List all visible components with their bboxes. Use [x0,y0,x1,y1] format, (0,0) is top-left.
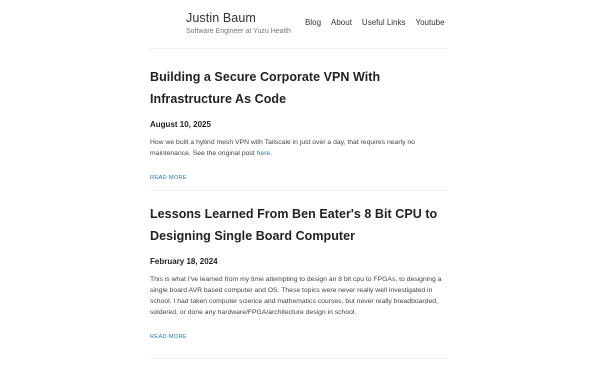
post-title-line[interactable]: Infrastructure As Code [150,92,286,106]
post-preview: Lessons Learned From Ben Eater's 8 Bit C… [150,203,448,343]
post-excerpt-end: . [270,150,273,157]
post-preview: Building a Secure Corporate VPN With Inf… [150,66,448,184]
site-title-link[interactable]: Justin Baum [186,10,291,26]
post-excerpt-text: How we built a hybrid mesh VPN with Tail… [150,139,415,157]
post-excerpt: This is what I've learned from my time a… [150,276,442,316]
header-divider [150,48,448,49]
post-date: August 10, 2025 [150,120,211,129]
nav-link-blog[interactable]: Blog [305,17,321,28]
post-title[interactable]: Building a Secure Corporate VPN With Inf… [150,66,448,110]
site-header: Justin Baum Software Engineer at Yuzu He… [0,0,600,48]
original-post-link[interactable]: here [257,150,271,157]
post-title-line[interactable]: Lessons Learned From Ben Eater's 8 Bit C… [150,207,437,221]
post-divider [150,358,448,359]
read-more-link[interactable]: READ MORE [150,174,187,182]
nav-link-about[interactable]: About [331,17,352,28]
post-title[interactable]: Lessons Learned From Ben Eater's 8 Bit C… [150,203,448,247]
nav-link-useful-links[interactable]: Useful Links [362,17,406,28]
post-excerpt: How we built a hybrid mesh VPN with Tail… [150,137,448,159]
post-title-line[interactable]: Building a Secure Corporate VPN With [150,70,380,84]
post-title-line[interactable]: Designing Single Board Computer [150,229,355,243]
brand: Justin Baum Software Engineer at Yuzu He… [186,10,291,37]
post-divider [150,190,448,191]
post-date: February 18, 2024 [150,257,218,266]
nav-link-youtube[interactable]: Youtube [416,17,445,28]
main-nav: Blog About Useful Links Youtube [305,17,445,28]
read-more-link[interactable]: READ MORE [150,333,187,341]
site-tagline: Software Engineer at Yuzu Health [186,28,291,35]
